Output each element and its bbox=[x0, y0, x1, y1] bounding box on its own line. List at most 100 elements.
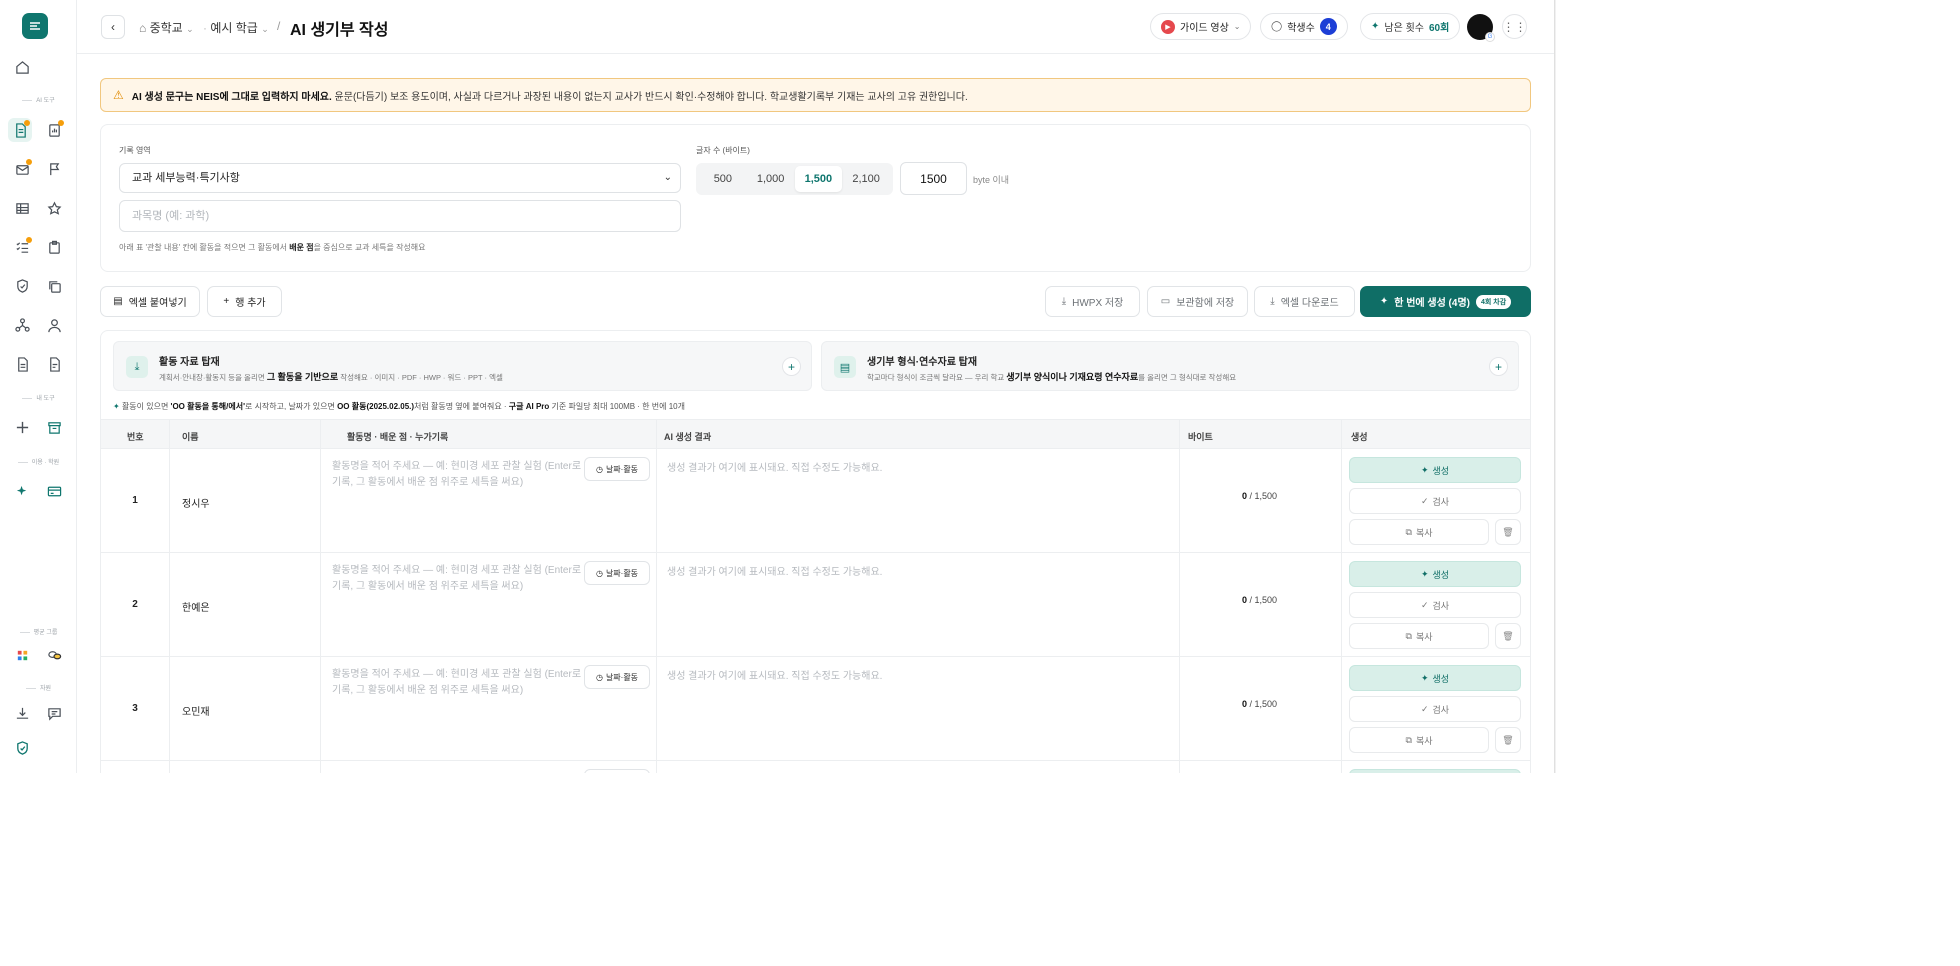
ai-result-textarea[interactable]: 생성 결과가 여기에 표시돼요. 직접 수정도 가능해요. bbox=[667, 667, 882, 682]
paste-excel-button[interactable]: ▤ 엑셀 붙여넣기 bbox=[100, 286, 200, 317]
star-icon[interactable] bbox=[42, 196, 66, 220]
generate-button[interactable]: ✦생성 bbox=[1349, 561, 1521, 587]
breadcrumb-separator: / bbox=[277, 19, 281, 33]
row-number: 3 bbox=[132, 703, 138, 714]
byte-option-2100[interactable]: 2,100 bbox=[842, 166, 890, 192]
sparkle-icon: ✦ bbox=[113, 402, 120, 411]
check-button[interactable]: ✓ 검사 bbox=[1349, 592, 1521, 618]
hwpx-save-button[interactable]: ⤓ HWPX 저장 bbox=[1045, 286, 1140, 317]
archive-icon[interactable] bbox=[42, 415, 66, 439]
app-window: AI 도구 내 도구 이용 · 학원 평균 그룹 자원 ‹ ⌂ 중학교 ⌄ · … bbox=[0, 0, 1556, 773]
page-scrollbar[interactable]: ▲ ▼ bbox=[1554, 0, 1556, 773]
column-divider bbox=[1179, 419, 1180, 773]
column-divider bbox=[320, 419, 321, 773]
date-activity-button[interactable]: ◷날짜·활동 bbox=[584, 665, 650, 689]
scroll-down-arrow-icon[interactable]: ▼ bbox=[1555, 760, 1556, 772]
activity-input[interactable]: 활동명을 적어 주세요 — 예: 현미경 세포 관찰 실험 (Enter로 기록… bbox=[332, 563, 582, 595]
archive-save-button[interactable]: ▭ 보관함에 저장 bbox=[1147, 286, 1248, 317]
student-table-card: ⤓ 활동 자료 탑재 계획서·안내장·활동지 등을 올리면 그 활동을 기반으로… bbox=[100, 330, 1531, 773]
activity-input[interactable]: 활동명을 적어 주세요 — 예: 현미경 세포 관찰 실험 (Enter로 기록… bbox=[332, 459, 582, 491]
students-button[interactable]: ◯ 학생수 4 bbox=[1260, 13, 1348, 40]
add-format-file-button[interactable]: + bbox=[1489, 357, 1508, 376]
generate-button[interactable]: ✦생성 bbox=[1349, 769, 1521, 773]
document-icon[interactable] bbox=[8, 118, 32, 142]
back-button[interactable]: ‹ bbox=[101, 15, 125, 39]
add-activity-file-button[interactable]: + bbox=[782, 357, 801, 376]
home-icon[interactable] bbox=[10, 55, 34, 79]
column-divider bbox=[1341, 419, 1342, 773]
user-icon[interactable] bbox=[42, 313, 66, 337]
date-activity-button[interactable]: ◷날짜·활동 bbox=[584, 769, 650, 773]
mail-icon[interactable] bbox=[10, 157, 34, 181]
row-number: 2 bbox=[132, 599, 138, 610]
table-icon[interactable] bbox=[10, 196, 34, 220]
report-icon[interactable] bbox=[42, 118, 66, 142]
row-number: 1 bbox=[132, 495, 138, 506]
clock-icon: ◷ bbox=[595, 672, 603, 682]
copy-button[interactable]: ⧉ 복사 bbox=[1349, 727, 1489, 753]
ai-result-textarea[interactable]: 생성 결과가 여기에 표시돼요. 직접 수정도 가능해요. bbox=[667, 563, 882, 578]
activity-input[interactable]: 활동명을 적어 주세요 — 예: 현미경 세포 관찰 실험 (Enter로 기록… bbox=[332, 667, 582, 699]
byte-suffix: byte 이내 bbox=[973, 175, 1010, 185]
area-select[interactable]: 교과 세부능력·특기사항 ⌄ bbox=[119, 163, 681, 193]
byte-option-500[interactable]: 500 bbox=[699, 166, 747, 192]
sparkle-icon[interactable] bbox=[10, 479, 34, 503]
activity-upload[interactable]: ⤓ 활동 자료 탑재 계획서·안내장·활동지 등을 올리면 그 활동을 기반으로… bbox=[113, 341, 812, 391]
scroll-up-arrow-icon[interactable]: ▲ bbox=[1555, 0, 1556, 12]
apps-icon[interactable] bbox=[10, 643, 34, 667]
chevron-left-icon: ‹ bbox=[111, 20, 115, 34]
excel-download-button[interactable]: ⤓ 엑셀 다운로드 bbox=[1254, 286, 1355, 317]
copy-icon[interactable] bbox=[42, 274, 66, 298]
byte-limit-input[interactable] bbox=[900, 162, 967, 195]
plus-icon[interactable] bbox=[10, 415, 34, 439]
format-upload[interactable]: ▤ 생기부 형식·연수자료 탑재 학교마다 형식이 조금씩 달라요 — 우리 학… bbox=[821, 341, 1519, 391]
verified-shield-icon[interactable] bbox=[10, 736, 34, 760]
copy-button[interactable]: ⧉ 복사 bbox=[1349, 519, 1489, 545]
avatar[interactable]: G bbox=[1467, 14, 1495, 42]
check-button[interactable]: ✓ 검사 bbox=[1349, 696, 1521, 722]
file-text-icon[interactable] bbox=[42, 352, 66, 376]
trash-icon[interactable]: 🗑 bbox=[1495, 623, 1521, 649]
sidebar-section-ai: AI 도구 bbox=[0, 95, 77, 104]
chevron-down-icon: ⌄ bbox=[261, 24, 269, 34]
card-icon[interactable] bbox=[42, 479, 66, 503]
student-name: 오민재 bbox=[182, 707, 210, 718]
copy-button[interactable]: ⧉ 복사 bbox=[1349, 623, 1489, 649]
column-header-name: 이름 bbox=[182, 432, 199, 442]
sidebar-section-groups: 평균 그룹 bbox=[0, 627, 77, 636]
column-header-number: 번호 bbox=[127, 432, 144, 442]
flag-icon[interactable] bbox=[42, 157, 66, 181]
byte-option-1000[interactable]: 1,000 bbox=[747, 166, 795, 192]
generate-button[interactable]: ✦생성 bbox=[1349, 457, 1521, 483]
subject-input[interactable] bbox=[119, 200, 681, 232]
download-icon[interactable] bbox=[10, 701, 34, 725]
date-activity-button[interactable]: ◷날짜·활동 bbox=[584, 561, 650, 585]
generate-button[interactable]: ✦생성 bbox=[1349, 665, 1521, 691]
breadcrumb-school[interactable]: ⌂ 중학교 ⌄ bbox=[139, 19, 194, 36]
community-icon[interactable] bbox=[42, 643, 66, 667]
column-header-bytes: 바이트 bbox=[1188, 432, 1213, 442]
clipboard-icon: ▤ bbox=[834, 356, 856, 378]
app-logo[interactable] bbox=[22, 13, 48, 39]
apps-grid-icon[interactable]: ⋮⋮ bbox=[1502, 14, 1527, 39]
check-button[interactable]: ✓ 검사 bbox=[1349, 488, 1521, 514]
archive-icon: ▭ bbox=[1160, 296, 1171, 307]
checklist-icon[interactable] bbox=[10, 235, 34, 259]
breadcrumb-class[interactable]: · 예시 학급 ⌄ bbox=[203, 19, 269, 36]
byte-option-1500[interactable]: 1,500 bbox=[794, 166, 843, 192]
generate-all-button[interactable]: ✦ 한 번에 생성 (4명) 4회 차감 bbox=[1360, 286, 1531, 317]
add-row-button[interactable]: + 행 추가 bbox=[207, 286, 282, 317]
trash-icon[interactable]: 🗑 bbox=[1495, 727, 1521, 753]
clipboard-icon[interactable] bbox=[42, 235, 66, 259]
network-icon[interactable] bbox=[10, 313, 34, 337]
sparkle-icon: ✦ bbox=[1371, 21, 1380, 32]
clock-icon: ◷ bbox=[595, 464, 603, 474]
ai-result-textarea[interactable]: 생성 결과가 여기에 표시돼요. 직접 수정도 가능해요. bbox=[667, 459, 882, 474]
google-icon: G bbox=[1485, 32, 1495, 42]
trash-icon[interactable]: 🗑 bbox=[1495, 519, 1521, 545]
file-icon[interactable] bbox=[10, 352, 34, 376]
shield-icon[interactable] bbox=[10, 274, 34, 298]
guide-video-button[interactable]: ▶ 가이드 영상 ⌄ bbox=[1150, 13, 1252, 40]
date-activity-button[interactable]: ◷날짜·활동 bbox=[584, 457, 650, 481]
chat-icon[interactable] bbox=[42, 701, 66, 725]
